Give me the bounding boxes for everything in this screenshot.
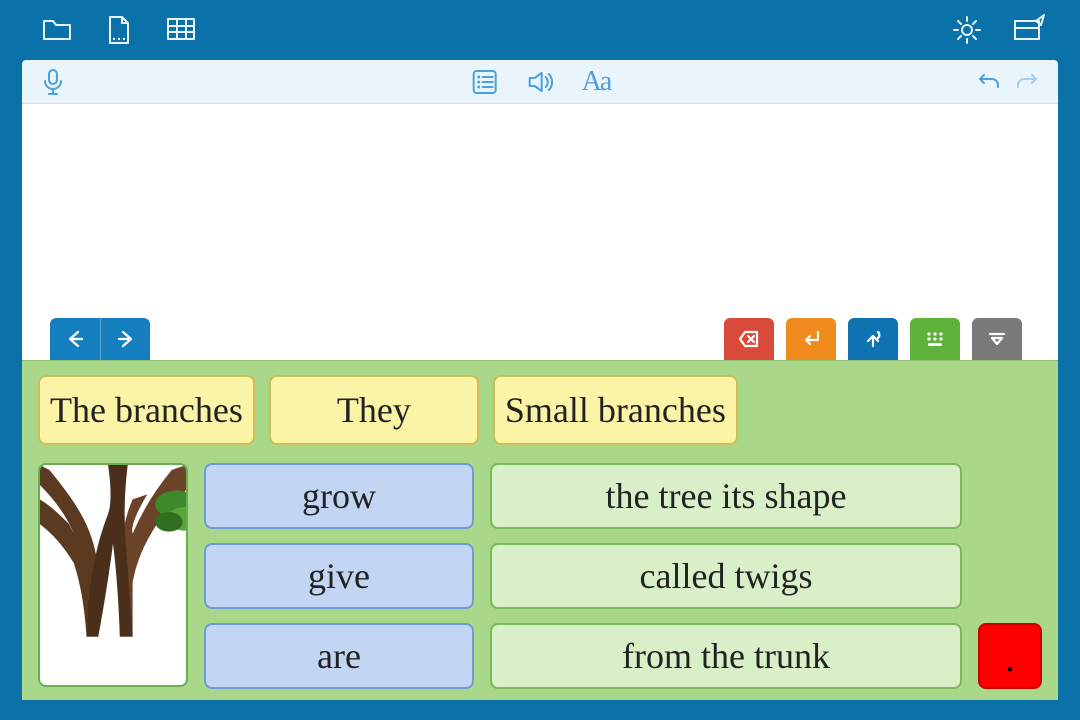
verb-tile[interactable]: are bbox=[204, 623, 474, 689]
collapse-button[interactable] bbox=[972, 318, 1022, 360]
editor-toolbar: Aa bbox=[22, 60, 1058, 104]
picture-tile[interactable] bbox=[38, 463, 188, 687]
subject-row: The branches They Small branches bbox=[38, 375, 1042, 445]
page-nav bbox=[50, 318, 150, 360]
font-icon[interactable]: Aa bbox=[582, 66, 611, 98]
undo-icon[interactable] bbox=[974, 67, 1004, 97]
backspace-button[interactable] bbox=[724, 318, 774, 360]
gear-icon[interactable] bbox=[950, 13, 984, 47]
word-board: The branches They Small branches grow gi… bbox=[22, 360, 1058, 700]
object-tile[interactable]: from the trunk bbox=[490, 623, 962, 689]
prev-button[interactable] bbox=[50, 318, 100, 360]
edit-icon[interactable] bbox=[1012, 13, 1046, 47]
redo-icon[interactable] bbox=[1012, 67, 1042, 97]
subject-tile[interactable]: Small branches bbox=[493, 375, 738, 445]
writing-canvas[interactable] bbox=[22, 104, 1058, 360]
object-column: the tree its shape called twigs from the… bbox=[490, 463, 962, 689]
microphone-icon[interactable] bbox=[38, 67, 68, 97]
keyboard-button[interactable] bbox=[910, 318, 960, 360]
app-toolbar bbox=[0, 0, 1080, 60]
verb-tile[interactable]: grow bbox=[204, 463, 474, 529]
list-icon[interactable] bbox=[470, 67, 500, 97]
action-bar bbox=[724, 318, 1022, 360]
speaker-icon[interactable] bbox=[526, 67, 556, 97]
next-button[interactable] bbox=[100, 318, 150, 360]
open-icon[interactable] bbox=[40, 13, 74, 47]
speak-button[interactable] bbox=[848, 318, 898, 360]
enter-button[interactable] bbox=[786, 318, 836, 360]
subject-tile[interactable]: The branches bbox=[38, 375, 255, 445]
object-tile[interactable]: called twigs bbox=[490, 543, 962, 609]
new-file-icon[interactable] bbox=[102, 13, 136, 47]
subject-tile[interactable]: They bbox=[269, 375, 479, 445]
period-tile[interactable]: . bbox=[978, 623, 1042, 689]
grid-icon[interactable] bbox=[164, 13, 198, 47]
punctuation-column: . bbox=[978, 623, 1042, 689]
verb-tile[interactable]: give bbox=[204, 543, 474, 609]
object-tile[interactable]: the tree its shape bbox=[490, 463, 962, 529]
verb-column: grow give are bbox=[204, 463, 474, 689]
